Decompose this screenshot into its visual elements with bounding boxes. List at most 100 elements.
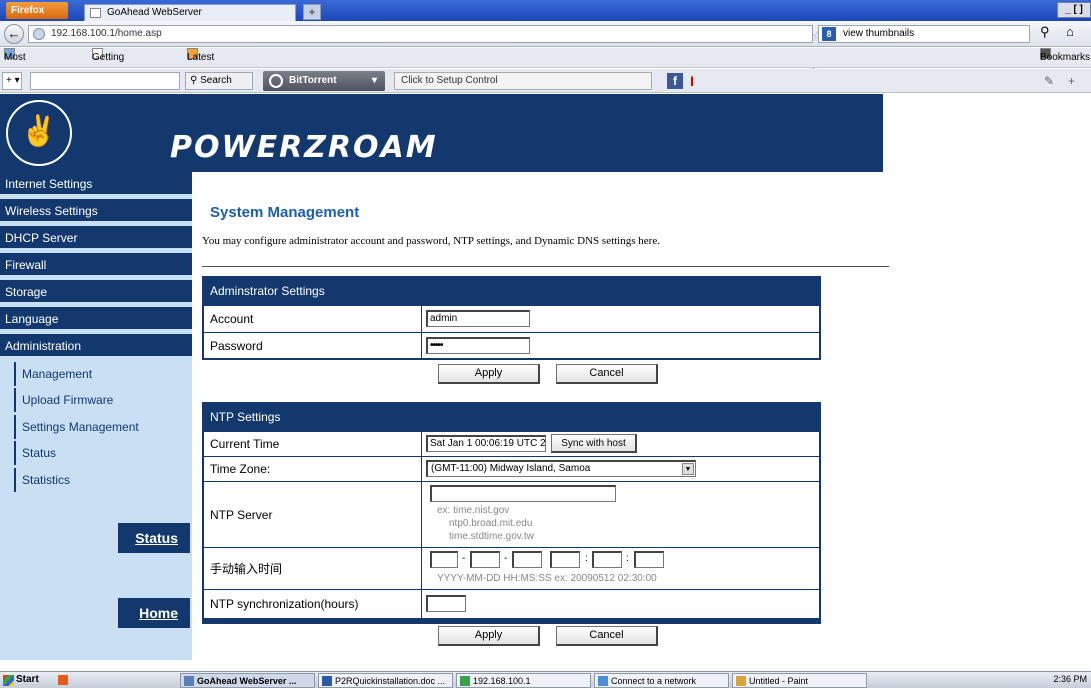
- sidebar-item-dhcp-server[interactable]: DHCP Server: [0, 226, 192, 250]
- ntp-server-input[interactable]: [430, 485, 616, 502]
- main-content: System Management You may configure admi…: [192, 172, 1091, 660]
- firefox-icon: [58, 675, 68, 685]
- url-bar[interactable]: 192.168.100.1/home.asp ☆ ▿ C: [28, 25, 822, 74]
- ntp-apply-button[interactable]: Apply: [438, 626, 540, 646]
- web-page: ✌ POWERZROAM Internet Settings Wireless …: [0, 94, 1091, 660]
- network-icon: [460, 676, 470, 686]
- year-input[interactable]: [430, 551, 458, 568]
- ntp-settings-table: NTP Settings Current Time Sat Jan 1 00:0…: [202, 402, 821, 624]
- manual-time-row: 手动输入时间 - - : : YYYY-MM-DD HH:MS:SS ex: 2…: [204, 547, 819, 589]
- start-button[interactable]: Start: [0, 672, 50, 689]
- sidebar-item-language[interactable]: Language: [0, 307, 192, 331]
- current-time-row: Current Time Sat Jan 1 00:06:19 UTC 2000…: [204, 431, 819, 456]
- url-text: 192.168.100.1/home.asp: [51, 28, 162, 39]
- sidebar: Internet Settings Wireless Settings DHCP…: [0, 172, 192, 660]
- home-icon[interactable]: ⌂: [1066, 24, 1074, 39]
- ntp-sync-hours-input[interactable]: [426, 595, 466, 612]
- admin-settings-header: Adminstrator Settings: [204, 278, 819, 305]
- time-zone-value: (GMT-11:00) Midway Island, Samoa: [431, 463, 591, 474]
- hour-input[interactable]: [550, 551, 580, 568]
- task-word-doc[interactable]: P2RQuickinstallation.doc ...: [318, 673, 453, 688]
- status-button[interactable]: Status: [118, 523, 190, 553]
- task-paint[interactable]: Untitled - Paint: [732, 673, 867, 688]
- current-time-input[interactable]: Sat Jan 1 00:06:19 UTC 2000: [426, 435, 546, 452]
- page-description: You may configure administrator account …: [202, 235, 660, 247]
- sidebar-item-administration[interactable]: Administration: [0, 334, 192, 358]
- password-row: Password •••••: [204, 332, 819, 358]
- navigation-bar: ← 192.168.100.1/home.asp ☆ ▿ C 8 view th…: [0, 21, 1091, 74]
- bittorrent-button[interactable]: BitTorrent ▾: [263, 71, 385, 91]
- admin-settings-table: Adminstrator Settings Account admin Pass…: [202, 276, 821, 360]
- date-separator: -: [504, 553, 508, 564]
- search-box[interactable]: 8 view thumbnails: [818, 25, 1030, 43]
- addon-toolbar: + ▾ ⚲ Search BitTorrent ▾ Click to Setup …: [0, 69, 1091, 93]
- ntp-cancel-button[interactable]: Cancel: [556, 626, 658, 646]
- toolbar-plus-icon[interactable]: + ▾: [2, 72, 22, 90]
- search-engine-icon[interactable]: 8: [822, 27, 836, 41]
- ntp-server-label: NTP Server: [204, 482, 422, 547]
- ntp-server-hint-2: ntp0.broad.mit.edu: [449, 518, 533, 529]
- bittorrent-icon: [269, 74, 283, 88]
- minute-input[interactable]: [592, 551, 622, 568]
- time-zone-select[interactable]: (GMT-11:00) Midway Island, Samoa ▼: [426, 460, 696, 477]
- time-zone-label: Time Zone:: [204, 457, 422, 481]
- page-title: System Management: [210, 204, 360, 221]
- wrench-icon[interactable]: ✎: [1044, 74, 1054, 88]
- time-separator: :: [585, 553, 588, 564]
- password-input[interactable]: •••••: [426, 337, 530, 354]
- site-identity-icon[interactable]: [33, 28, 45, 40]
- setup-control-field[interactable]: Click to Setup Control: [394, 72, 652, 90]
- chevron-down-icon: ▼: [682, 463, 694, 475]
- search-icon[interactable]: ⚲: [1040, 24, 1050, 40]
- plus-icon[interactable]: +: [1068, 74, 1075, 88]
- sidebar-item-internet-settings[interactable]: Internet Settings: [0, 172, 192, 196]
- tab-title: GoAhead WebServer: [107, 7, 202, 18]
- firefox-menu-button[interactable]: Firefox: [6, 2, 68, 19]
- date-separator: -: [462, 553, 466, 564]
- sidebar-item-wireless-settings[interactable]: Wireless Settings: [0, 199, 192, 223]
- account-input[interactable]: admin: [426, 310, 530, 327]
- browser-tab[interactable]: GoAhead WebServer: [84, 4, 296, 21]
- manual-time-hint: YYYY-MM-DD HH:MS:SS ex: 20090512 02:30:0…: [437, 573, 657, 584]
- windows-logo-icon: [3, 675, 14, 686]
- ntp-server-hint-1: ex: time.nist.gov: [437, 505, 510, 516]
- task-goahead[interactable]: GoAhead WebServer ...: [180, 673, 315, 688]
- task-ip[interactable]: 192.168.100.1: [456, 673, 591, 688]
- facebook-icon[interactable]: f: [667, 73, 683, 89]
- sidebar-subitem-management[interactable]: Management: [14, 362, 192, 386]
- addon-icon[interactable]: I: [690, 73, 702, 89]
- day-input[interactable]: [512, 551, 542, 568]
- sidebar-item-storage[interactable]: Storage: [0, 280, 192, 304]
- toolbar-search-input[interactable]: [30, 72, 180, 90]
- time-separator: :: [626, 553, 629, 564]
- sidebar-subitem-upload-firmware[interactable]: Upload Firmware: [14, 388, 192, 412]
- search-text: view thumbnails: [843, 28, 915, 39]
- quick-launch[interactable]: [58, 673, 178, 688]
- month-input[interactable]: [470, 551, 500, 568]
- toolbar-search-button[interactable]: ⚲ Search: [185, 72, 253, 90]
- back-button[interactable]: ←: [4, 24, 24, 44]
- window-controls[interactable]: _ [ ]: [1057, 2, 1091, 18]
- account-label: Account: [204, 306, 422, 332]
- admin-apply-button[interactable]: Apply: [438, 364, 540, 384]
- task-connect-network[interactable]: Connect to a network: [594, 673, 729, 688]
- admin-cancel-button[interactable]: Cancel: [556, 364, 658, 384]
- sidebar-subitem-statistics[interactable]: Statistics: [14, 468, 192, 492]
- sidebar-subitem-status[interactable]: Status: [14, 441, 192, 465]
- sidebar-subitem-settings-management[interactable]: Settings Management: [14, 415, 192, 439]
- password-label: Password: [204, 333, 422, 358]
- second-input[interactable]: [634, 551, 664, 568]
- system-clock: 2:36 PM: [1053, 674, 1087, 684]
- search-icon: ⚲: [190, 75, 201, 86]
- network-icon: [598, 676, 608, 686]
- taskbar: Start GoAhead WebServer ... P2RQuickinst…: [0, 671, 1091, 688]
- title-bar: Firefox GoAhead WebServer + _ [ ]: [0, 0, 1091, 21]
- home-button[interactable]: Home: [118, 598, 190, 628]
- manual-time-label: 手动输入时间: [204, 548, 422, 589]
- divider: [202, 266, 889, 267]
- sidebar-item-firewall[interactable]: Firewall: [0, 253, 192, 277]
- bookmarks-bar: Most Visited Getting Started Latest Head…: [0, 48, 1091, 83]
- ntp-sync-label: NTP synchronization(hours): [204, 590, 422, 618]
- sync-with-host-button[interactable]: Sync with host: [551, 434, 637, 453]
- new-tab-button[interactable]: +: [303, 4, 321, 20]
